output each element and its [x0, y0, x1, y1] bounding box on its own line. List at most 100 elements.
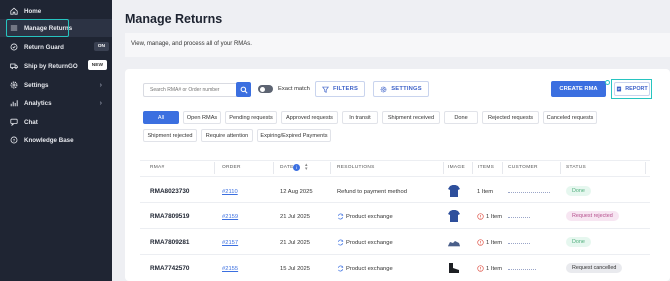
status-badge: Done [566, 237, 591, 247]
sort-icon[interactable]: ▴ ▾ [305, 163, 308, 172]
tab-approved-requests[interactable]: Approved requests [281, 111, 338, 124]
table-top-border [140, 160, 650, 161]
tab-open-rmas[interactable]: Open RMAs [183, 111, 221, 124]
report-label: REPORT [625, 86, 648, 92]
tab-canceled-requests[interactable]: Canceled requests [543, 111, 597, 124]
resolution-cell: Product exchange [337, 213, 393, 220]
date-cell: 21 Jul 2025 [280, 240, 310, 246]
resolution-label: Refund to payment method [337, 189, 407, 195]
settings-button[interactable]: SETTINGS [373, 81, 429, 97]
column-header-date[interactable]: DATE [280, 165, 294, 170]
report-button[interactable]: REPORT [614, 82, 650, 96]
status-badge: Request cancelled [566, 263, 623, 273]
search-input[interactable] [143, 83, 238, 97]
returns-card [125, 69, 670, 281]
resolution-label: Product exchange [346, 265, 393, 272]
customer-name-redacted[interactable] [508, 266, 536, 270]
column-divider [443, 162, 444, 174]
sidebar-item-home[interactable]: Home [0, 2, 112, 20]
status-badge: Request rejected [566, 211, 619, 221]
rma-number[interactable]: RMA7809281 [150, 239, 189, 246]
tab-all[interactable]: All [143, 111, 179, 124]
info-icon[interactable]: i [293, 164, 300, 171]
create-rma-button[interactable]: CREATE RMA [551, 81, 606, 97]
column-header-resolutions[interactable]: RESOLUTIONS [337, 165, 375, 170]
tab-expiring-payments[interactable]: Expiring/Expired Payments [257, 129, 331, 142]
column-header-order[interactable]: ORDER [222, 165, 241, 170]
order-link[interactable]: #2155 [222, 266, 238, 272]
column-divider [214, 162, 215, 174]
items-cell: 1 Item [477, 213, 502, 220]
tab-rejected-requests[interactable]: Rejected requests [482, 111, 539, 124]
tab-shipment-received[interactable]: Shipment received [382, 111, 440, 124]
customer-name-redacted[interactable] [508, 214, 530, 218]
exchange-icon [337, 239, 344, 246]
tab-pending-requests[interactable]: Pending requests [225, 111, 277, 124]
order-link[interactable]: #2159 [222, 214, 238, 220]
sidebar-item-label: Return Guard [24, 43, 64, 51]
shield-icon [9, 43, 18, 52]
row-divider [140, 254, 650, 255]
sidebar-item-return-guard[interactable]: Return Guard ON [0, 38, 112, 56]
product-image [448, 185, 460, 197]
page-title: Manage Returns [125, 12, 223, 26]
items-label: 1 Item [486, 265, 503, 272]
settings-label: SETTINGS [391, 86, 422, 92]
column-header-customer[interactable]: CUSTOMER [508, 165, 538, 170]
chart-icon [9, 99, 18, 108]
sidebar: Home Manage Returns Return Guard ON Ship… [0, 0, 112, 281]
new-badge: NEW [87, 60, 107, 70]
exact-match-toggle[interactable] [258, 85, 273, 93]
filters-label: FILTERS [332, 86, 359, 92]
column-header-status[interactable]: STATUS [566, 165, 586, 170]
gear-icon [380, 86, 387, 93]
column-divider [330, 162, 331, 174]
rma-number[interactable]: RMA7809519 [150, 213, 189, 220]
sidebar-item-chat[interactable]: Chat [0, 113, 112, 131]
filters-button[interactable]: FILTERS [315, 81, 365, 97]
sidebar-item-label: Ship by ReturnGO [24, 62, 78, 70]
column-divider [273, 162, 274, 174]
alert-icon [477, 213, 484, 220]
sidebar-item-analytics[interactable]: Analytics › [0, 94, 112, 112]
exchange-icon [337, 265, 344, 272]
product-image [448, 210, 460, 222]
column-divider [502, 162, 503, 174]
items-cell: 1 Item [477, 239, 502, 246]
customer-name-redacted[interactable] [508, 189, 550, 193]
report-icon [616, 86, 622, 92]
table-header-border [140, 176, 650, 177]
row-divider [140, 202, 650, 203]
chat-icon [9, 118, 18, 127]
date-cell: 21 Jul 2025 [280, 214, 310, 220]
column-header-items[interactable]: ITEMS [478, 165, 494, 170]
items-label: 1 Item [486, 213, 503, 220]
exchange-icon [337, 213, 344, 220]
sidebar-item-settings[interactable]: Settings › [0, 76, 112, 94]
svg-text:?: ? [12, 138, 15, 143]
customer-name-redacted[interactable] [508, 240, 530, 244]
rma-number[interactable]: RMA8023730 [150, 188, 189, 195]
order-link[interactable]: #2110 [222, 189, 238, 195]
tab-done[interactable]: Done [444, 111, 478, 124]
sidebar-item-label: Home [24, 7, 42, 15]
tab-shipment-rejected[interactable]: Shipment rejected [143, 129, 197, 142]
tab-require-attention[interactable]: Require attention [201, 129, 253, 142]
sidebar-item-label: Settings [24, 81, 49, 89]
sidebar-item-ship[interactable]: Ship by ReturnGO NEW [0, 57, 112, 75]
rma-number[interactable]: RMA7742570 [150, 265, 189, 272]
column-divider [645, 162, 646, 174]
product-image [448, 241, 460, 247]
search-button[interactable] [236, 82, 251, 97]
status-badge: ON [93, 42, 109, 51]
tab-in-transit[interactable]: In transit [342, 111, 378, 124]
column-header-rma[interactable]: RMA# [150, 165, 165, 170]
filter-icon [321, 86, 329, 93]
resolution-label: Product exchange [346, 239, 393, 246]
sidebar-item-knowledge-base[interactable]: ? Knowledge Base [0, 131, 112, 149]
exact-match-label: Exact match [278, 86, 310, 92]
items-cell: 1 Item [477, 189, 493, 195]
order-link[interactable]: #2157 [222, 240, 238, 246]
gear-icon [9, 81, 18, 90]
column-header-image[interactable]: IMAGE [448, 165, 465, 170]
